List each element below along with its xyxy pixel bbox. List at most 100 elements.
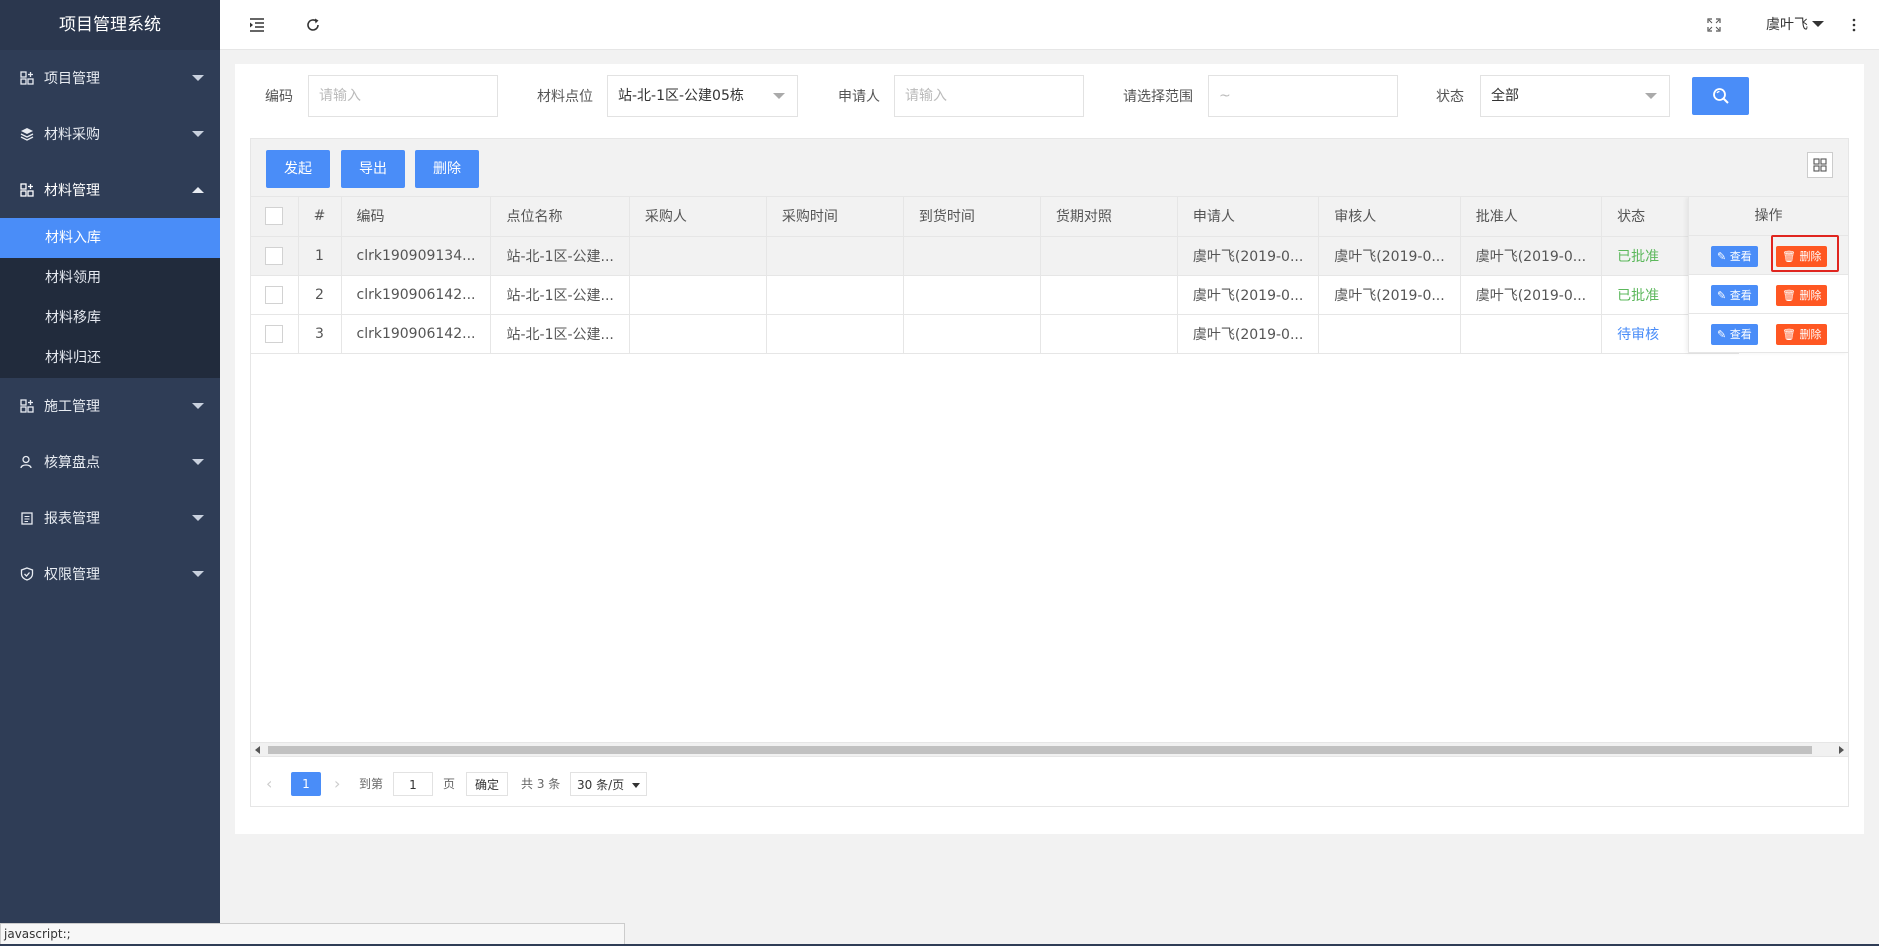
more-vertical-icon[interactable] <box>1844 15 1864 35</box>
page-current[interactable]: 1 <box>291 772 321 796</box>
filter-bar: 编码 请输入 材料点位 站-北-1区-公建05栋 申请人 请输入 请选择范围 ~… <box>235 64 1864 144</box>
sidebar-item-material[interactable]: 材料管理 <box>0 162 220 218</box>
table-row[interactable]: 2 clrk190906142... 站-北-1区-公建... 虞叶飞(2019… <box>251 275 1740 315</box>
shield-icon <box>20 567 34 581</box>
search-icon <box>1712 88 1729 104</box>
row-delete-button[interactable]: 🗑 删除 <box>1776 285 1828 306</box>
view-button[interactable]: ✎ 查看 <box>1711 285 1758 306</box>
sidebar-item-purchase[interactable]: 材料采购 <box>0 106 220 162</box>
table-grid: # 编码 点位名称 采购人 采购时间 到货时间 货期对照 申请人 审核人 批准人… <box>251 197 1740 354</box>
table-row[interactable]: 1 clrk190909134... 站-北-1区-公建... 虞叶飞(2019… <box>251 236 1740 276</box>
delete-button[interactable]: 删除 <box>415 150 479 188</box>
select-all-checkbox[interactable] <box>265 207 284 226</box>
chevron-up-icon <box>192 187 204 193</box>
data-table: # 编码 点位名称 采购人 采购时间 到货时间 货期对照 申请人 审核人 批准人… <box>250 196 1849 757</box>
status-select-value: 全部 <box>1491 88 1519 104</box>
prev-page-icon[interactable]: ‹ <box>266 772 280 796</box>
table-row[interactable]: 3 clrk190906142... 站-北-1区-公建... 虞叶飞(2019… <box>251 314 1740 354</box>
cell-approver: 虞叶飞(2019-0... <box>1460 275 1603 315</box>
page-unit-label: 页 <box>443 777 456 791</box>
col-header-compare: 货期对照 <box>1040 197 1178 237</box>
cell-buy-time <box>766 314 904 354</box>
row-checkbox[interactable] <box>265 324 284 343</box>
scroll-left-icon[interactable] <box>255 746 260 754</box>
column-filter-button[interactable] <box>1807 152 1833 178</box>
horizontal-scrollbar[interactable] <box>251 742 1848 756</box>
date-range-input[interactable]: ~ <box>1208 75 1398 117</box>
browser-status-bar: javascript:; <box>0 923 625 946</box>
site-select[interactable]: 站-北-1区-公建05栋 <box>607 75 798 117</box>
view-button[interactable]: ✎ 查看 <box>1711 246 1758 267</box>
cell-buyer <box>629 275 767 315</box>
row-checkbox-cell <box>251 275 299 315</box>
col-header-arrive-time: 到货时间 <box>903 197 1041 237</box>
row-delete-button[interactable]: 🗑 删除 <box>1776 324 1828 345</box>
cell-code: clrk190906142... <box>341 314 492 354</box>
ops-row: ✎ 查看 🗑 删除 <box>1688 275 1848 314</box>
edit-icon: ✎ <box>1717 328 1730 341</box>
chevron-down-icon <box>192 571 204 577</box>
fullscreen-icon[interactable] <box>1704 15 1724 35</box>
row-checkbox[interactable] <box>265 246 284 265</box>
code-input[interactable]: 请输入 <box>308 75 498 117</box>
start-button[interactable]: 发起 <box>266 150 330 188</box>
code-label: 编码 <box>265 89 293 105</box>
scrollbar-thumb[interactable] <box>268 746 1812 754</box>
col-header-buyer: 采购人 <box>629 197 767 237</box>
cell-approver <box>1460 314 1603 354</box>
user-menu[interactable]: 虞叶飞 <box>1766 0 1824 50</box>
table-toolbar: 发起 导出 删除 <box>250 138 1849 198</box>
sidebar-item-project[interactable]: 项目管理 <box>0 50 220 106</box>
sidebar-item-construction[interactable]: 施工管理 <box>0 378 220 434</box>
search-button[interactable] <box>1692 77 1749 115</box>
sidebar-item-material-inbound[interactable]: 材料入库 <box>0 218 220 258</box>
view-label: 查看 <box>1729 328 1752 341</box>
row-checkbox-cell <box>251 314 299 354</box>
row-delete-button[interactable]: 🗑 删除 <box>1776 246 1828 267</box>
goto-page-input[interactable]: 1 <box>393 772 433 796</box>
sidebar-item-reports[interactable]: 报表管理 <box>0 490 220 546</box>
sidebar-item-permissions[interactable]: 权限管理 <box>0 546 220 602</box>
cell-compare <box>1040 275 1178 315</box>
applicant-input[interactable]: 请输入 <box>894 75 1084 117</box>
chevron-down-icon <box>1812 21 1824 27</box>
next-page-icon[interactable]: › <box>334 772 348 796</box>
scroll-right-icon[interactable] <box>1839 746 1844 754</box>
col-header-reviewer: 审核人 <box>1318 197 1461 237</box>
export-button[interactable]: 导出 <box>341 150 405 188</box>
cell-site: 站-北-1区-公建... <box>490 236 630 276</box>
cell-reviewer <box>1318 314 1461 354</box>
refresh-icon[interactable] <box>303 15 323 35</box>
top-bar: 虞叶飞 <box>220 0 1879 50</box>
sidebar-item-material-return[interactable]: 材料归还 <box>0 338 220 378</box>
view-button[interactable]: ✎ 查看 <box>1711 324 1758 345</box>
chevron-down-icon <box>192 403 204 409</box>
sidebar-item-accounting[interactable]: 核算盘点 <box>0 434 220 490</box>
menu-fold-icon[interactable] <box>247 15 267 35</box>
sidebar-item-label: 报表管理 <box>44 511 100 527</box>
cell-reviewer: 虞叶飞(2019-0... <box>1318 275 1461 315</box>
pagination: ‹ 1 › 到第 1 页 确定 共 3 条 30 条/页 <box>250 757 1849 807</box>
sidebar-item-label: 施工管理 <box>44 399 100 415</box>
col-header-site: 点位名称 <box>490 197 630 237</box>
sidebar-item-material-requisition[interactable]: 材料领用 <box>0 258 220 298</box>
applicant-label: 申请人 <box>838 89 880 105</box>
layers-icon <box>20 127 34 141</box>
trash-icon: 🗑 <box>1782 289 1800 302</box>
apps-icon <box>20 71 34 85</box>
cell-code: clrk190909134... <box>341 236 492 276</box>
cell-site: 站-北-1区-公建... <box>490 275 630 315</box>
row-checkbox[interactable] <box>265 285 284 304</box>
status-select[interactable]: 全部 <box>1480 75 1670 117</box>
cell-compare <box>1040 314 1178 354</box>
cell-applicant: 虞叶飞(2019-0... <box>1177 236 1320 276</box>
sidebar-item-material-transfer[interactable]: 材料移库 <box>0 298 220 338</box>
delete-label: 删除 <box>1799 289 1822 302</box>
goto-confirm-button[interactable]: 确定 <box>466 772 509 796</box>
cell-code: clrk190906142... <box>341 275 492 315</box>
range-label: 请选择范围 <box>1123 89 1193 105</box>
select-all-cell <box>251 197 299 237</box>
cell-approver: 虞叶飞(2019-0... <box>1460 236 1603 276</box>
cell-arrive-time <box>903 275 1041 315</box>
page-size-select[interactable]: 30 条/页 <box>570 772 648 796</box>
